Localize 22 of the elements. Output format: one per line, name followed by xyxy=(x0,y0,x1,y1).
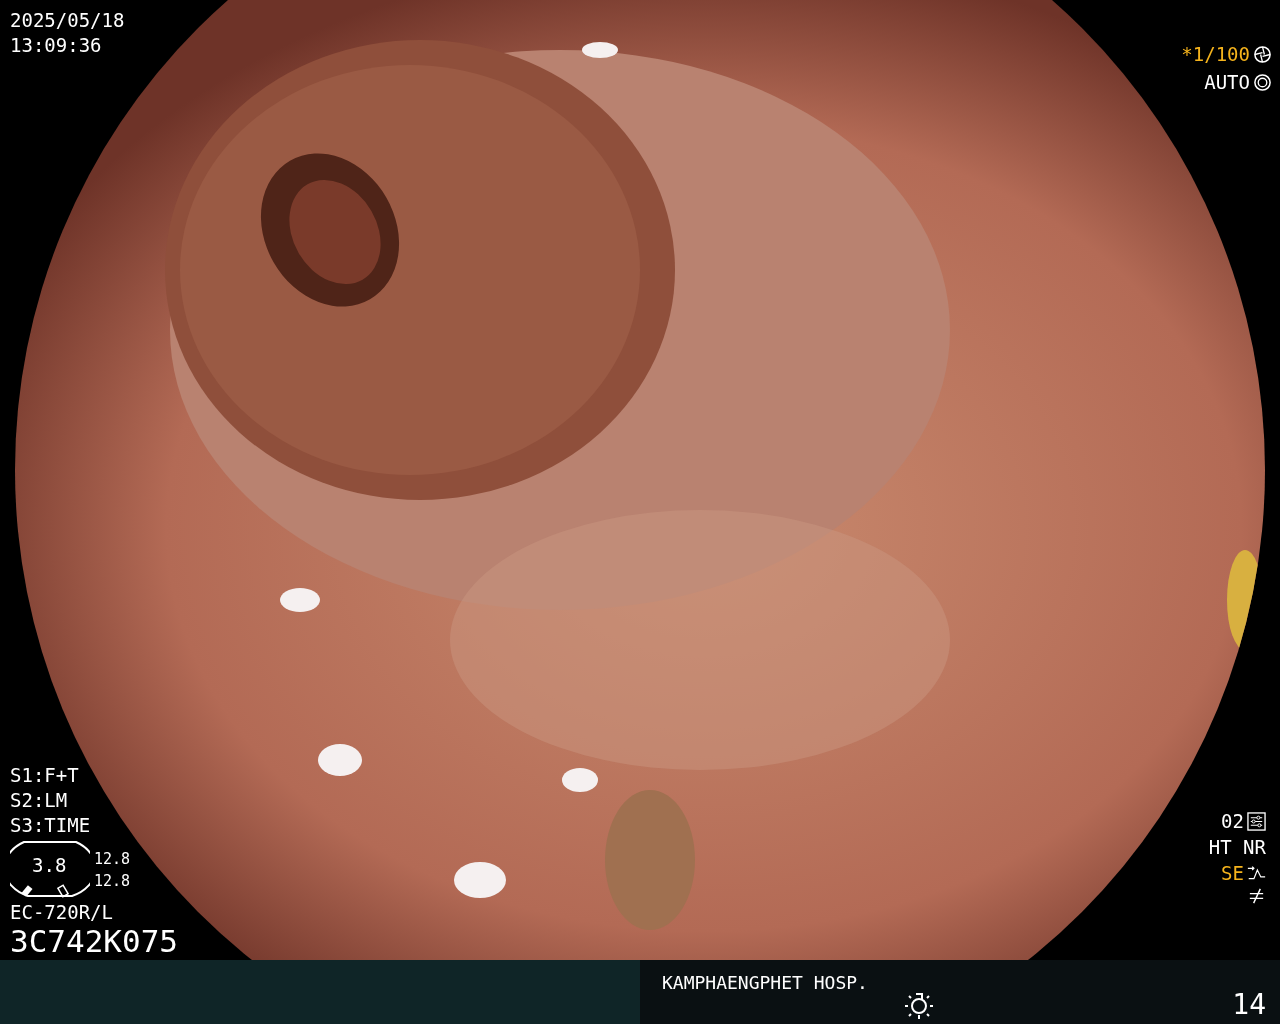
switch-setting: S1:F+T xyxy=(10,763,80,788)
sliders-icon xyxy=(1247,811,1266,831)
scope-gauge: 3.8 xyxy=(10,840,90,900)
hospital-name: KAMPHAENGPHET HOSP. xyxy=(662,972,868,993)
date-text: 2025/05/18 xyxy=(10,8,125,33)
scope-model: EC-720R/L xyxy=(10,900,114,924)
switch-setting: S3:TIME xyxy=(10,813,92,838)
gauge-reading: 12.8 xyxy=(94,849,131,870)
scope-serial: 3C742K075 xyxy=(10,924,178,958)
switch-setting: S2:LM xyxy=(10,788,69,813)
enhance-mode: SE xyxy=(1221,861,1244,886)
aperture-icon xyxy=(1253,72,1272,92)
lamp-icon xyxy=(903,990,934,1020)
iris-mode: AUTO xyxy=(1204,70,1250,95)
gauge-reading: 12.8 xyxy=(94,871,131,892)
time-text: 13:09:36 xyxy=(10,33,103,58)
aperture-icon xyxy=(1253,44,1272,64)
mode-text: HT NR xyxy=(1208,835,1266,860)
shutter-speed: *1/100 xyxy=(1181,42,1250,67)
not-equal-icon xyxy=(1247,886,1266,905)
preset-number: 02 xyxy=(1221,809,1244,834)
image-count: 14 xyxy=(1232,988,1266,1021)
